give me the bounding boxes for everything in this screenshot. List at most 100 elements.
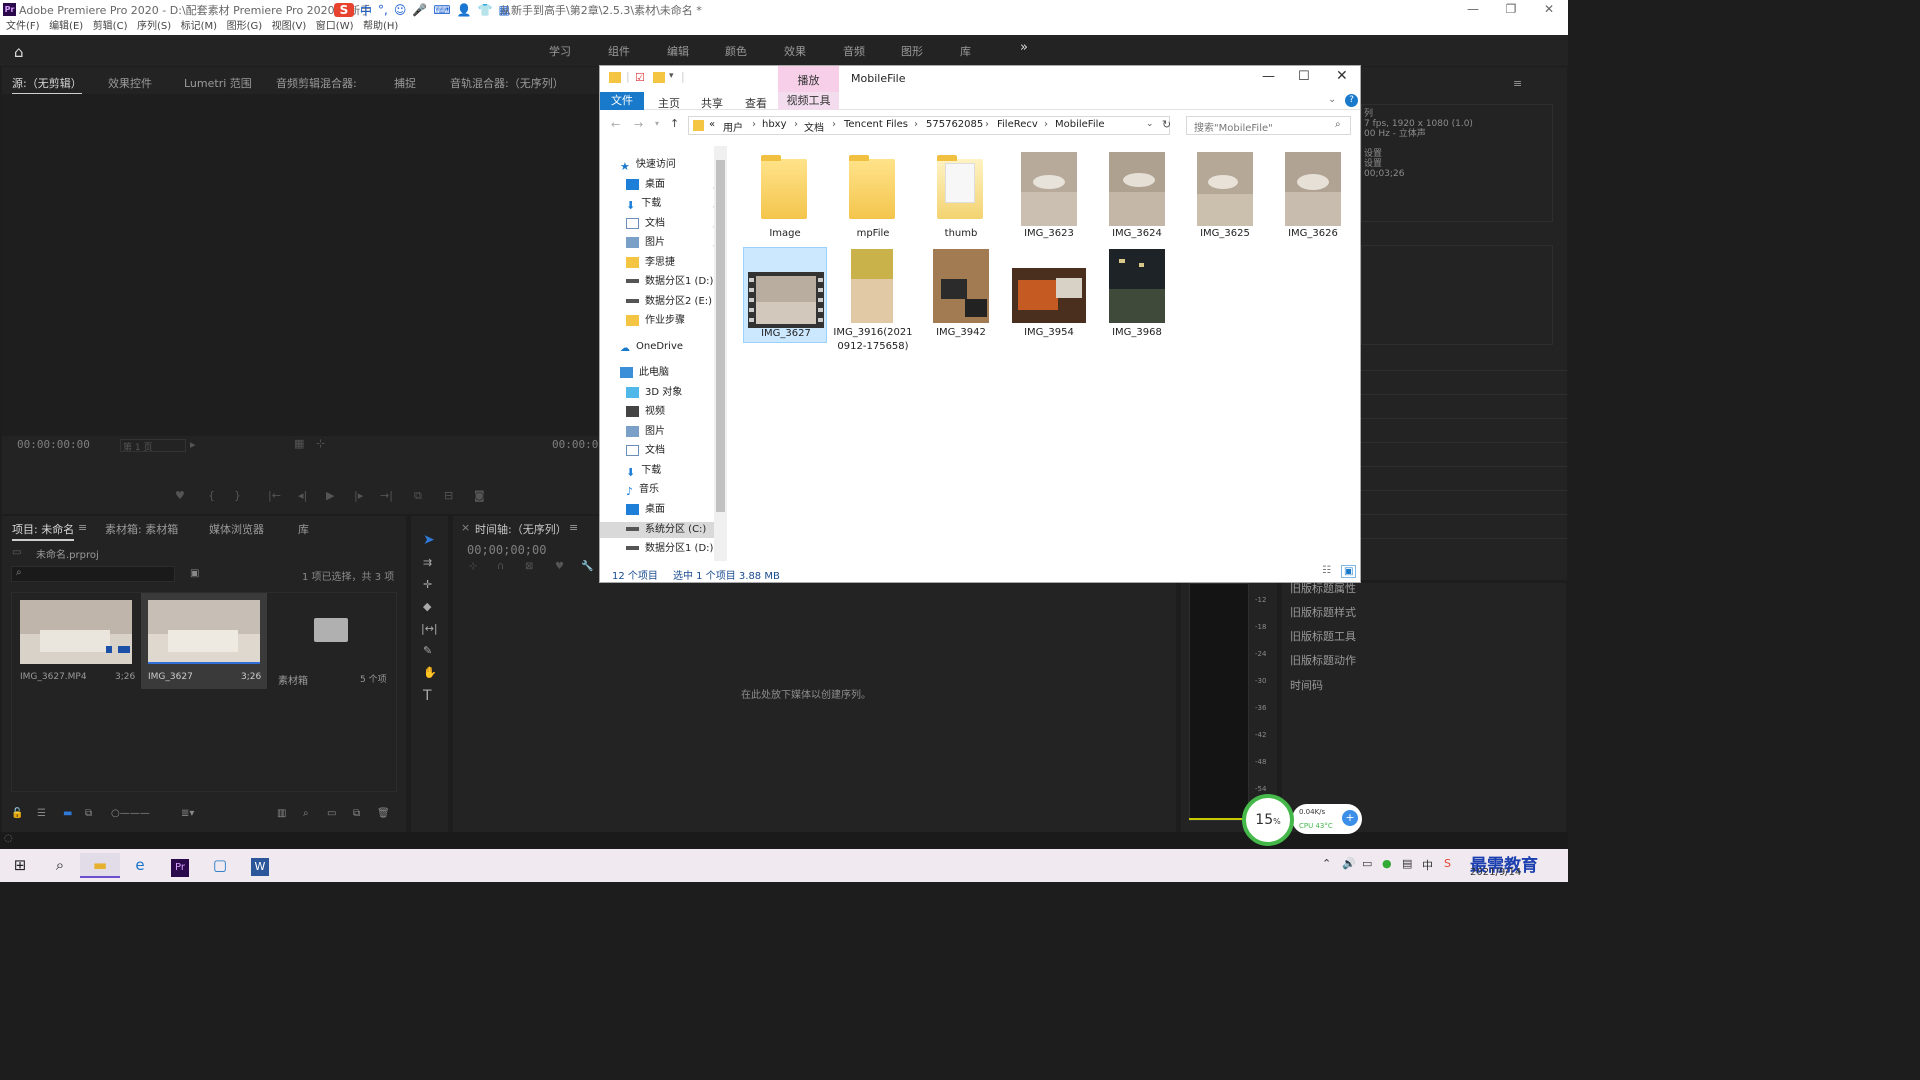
project-item-clip-selected[interactable]: IMG_3627 3;26 — [141, 593, 267, 689]
ribbon-tab-video-tools[interactable]: 视频工具 — [778, 92, 839, 110]
timeline-menu-icon[interactable]: ≡ — [569, 521, 578, 534]
file-item-selected[interactable]: IMG_3627 — [743, 247, 827, 343]
explorer-search-input[interactable]: 搜索"MobileFile" ⌕ — [1186, 116, 1351, 135]
mark-in-icon[interactable]: { — [208, 489, 215, 502]
file-item[interactable]: IMG_3623 — [1007, 149, 1091, 241]
recent-dropdown-icon[interactable]: ▾ — [655, 119, 659, 128]
file-item[interactable]: IMG_3942 — [919, 247, 1003, 339]
ribbon-tab-share[interactable]: 共享 — [701, 95, 723, 111]
path-segment[interactable]: 文档 — [804, 119, 824, 134]
path-segment[interactable]: MobileFile — [1055, 119, 1105, 130]
add-marker-icon[interactable]: ♥ — [555, 561, 564, 572]
nav-drive-e[interactable]: 数据分区2 (E:) — [626, 294, 712, 310]
list-item[interactable]: 旧版标题动作 — [1290, 652, 1356, 668]
refresh-icon[interactable]: ↻ — [1162, 118, 1171, 131]
play-icon[interactable]: ▶ — [326, 489, 334, 502]
workspace-libraries[interactable]: 库 — [960, 43, 971, 59]
cpu-monitor-widget[interactable]: 15% 0.04K/s CPU 43°C + — [1242, 794, 1364, 846]
file-item[interactable]: IMG_3954 — [1007, 247, 1091, 339]
workspace-graphics[interactable]: 图形 — [901, 43, 923, 59]
menu-file[interactable]: 文件(F) — [6, 19, 40, 35]
network-icon[interactable]: ▭ — [1362, 857, 1372, 870]
details-view-icon[interactable]: ☷ — [1322, 565, 1331, 576]
ime-item-6[interactable]: 👕 — [478, 3, 493, 17]
page-next-icon[interactable]: ▸ — [190, 438, 196, 451]
marker-icon[interactable]: ♥ — [175, 489, 185, 502]
taskbar-premiere-icon[interactable]: Pr — [160, 853, 200, 878]
taskbar-explorer-icon[interactable]: ▬ — [80, 853, 120, 878]
scroll-thumb[interactable] — [716, 160, 725, 512]
nav-documents[interactable]: 文档📌 — [626, 216, 722, 232]
ribbon-expand-icon[interactable]: ⌄ — [1328, 94, 1336, 105]
workspace-editing[interactable]: 编辑 — [667, 43, 689, 59]
nav-drive-d-pc[interactable]: 数据分区1 (D:) — [626, 541, 713, 557]
nav-drive-c[interactable]: 系统分区 (C:) — [600, 522, 714, 538]
forward-icon[interactable]: → — [634, 118, 643, 131]
freeform-view-icon[interactable]: ⧉ — [85, 808, 92, 819]
menu-graphics[interactable]: 图形(G) — [227, 19, 263, 35]
start-icon[interactable]: ⊞ — [0, 853, 40, 878]
nav-folder[interactable]: 作业步骤 — [626, 313, 685, 329]
new-item-icon[interactable]: ⧉ — [353, 808, 360, 819]
nav-desktop-pc[interactable]: 桌面 — [626, 502, 665, 518]
slip-icon[interactable]: |↔| — [421, 622, 438, 635]
nav-desktop[interactable]: 桌面📌 — [626, 177, 722, 193]
nav-onedrive[interactable]: ☁ OneDrive — [620, 339, 683, 355]
snap-icon[interactable]: ∩ — [497, 561, 504, 572]
file-item[interactable]: Image — [743, 149, 827, 241]
icon-view-icon[interactable]: ▬ — [63, 808, 72, 819]
go-to-in-icon[interactable]: |← — [268, 489, 281, 502]
help-icon[interactable]: ? — [1345, 94, 1358, 107]
list-item[interactable]: 旧版标题样式 — [1290, 604, 1356, 620]
nav-folder[interactable]: 李思捷 — [626, 255, 675, 271]
workspace-assembly[interactable]: 组件 — [608, 43, 630, 59]
ime-item-0[interactable]: 中 — [360, 2, 372, 19]
quick-access-dropdown-icon[interactable]: ▾ — [669, 71, 674, 81]
export-frame-icon[interactable]: ◙ — [474, 489, 485, 502]
file-item[interactable]: mpFile — [831, 149, 915, 241]
project-menu-icon[interactable]: ≡ — [78, 521, 87, 534]
path-prefix[interactable]: « — [709, 119, 715, 130]
hand-icon[interactable]: ✋ — [423, 666, 437, 679]
nav-this-pc[interactable]: 此电脑 — [620, 365, 669, 381]
sort-icon[interactable]: ≣▾ — [181, 808, 194, 819]
razor-icon[interactable]: ◆ — [423, 600, 431, 613]
properties-icon[interactable]: ☑ — [635, 71, 645, 84]
tray-app-icon[interactable]: ● — [1382, 857, 1392, 870]
search-icon[interactable]: ⌕ — [40, 853, 80, 878]
tab-libraries[interactable]: 库 — [298, 521, 309, 537]
menu-view[interactable]: 视图(V) — [272, 19, 307, 35]
settings-icon[interactable]: ⊹ — [316, 437, 325, 450]
ribbon-tab-home[interactable]: 主页 — [658, 95, 680, 111]
page-select[interactable]: 第 1 页 — [120, 439, 186, 453]
step-forward-icon[interactable]: |▸ — [354, 489, 363, 502]
tray-expand-icon[interactable]: ⌃ — [1322, 857, 1331, 870]
path-segment[interactable]: 用户 — [723, 119, 743, 134]
tab-project[interactable]: 项目: 未命名 — [12, 521, 75, 541]
workspace-more-button[interactable]: » — [1020, 40, 1028, 55]
timeline-title[interactable]: 时间轴:（无序列） — [475, 521, 567, 537]
lock-icon[interactable]: 🔓 — [11, 808, 23, 819]
nav-drive-d[interactable]: 数据分区1 (D:) — [626, 274, 713, 290]
nav-documents-pc[interactable]: 文档 — [626, 443, 665, 459]
home-icon[interactable]: ⌂ — [14, 43, 24, 61]
sogou-icon[interactable]: S — [334, 3, 354, 17]
list-item[interactable]: 时间码 — [1290, 677, 1323, 693]
ime-item-4[interactable]: ⌨ — [433, 3, 450, 17]
new-search-bin-icon[interactable]: ▣ — [190, 568, 199, 579]
menu-sequence[interactable]: 序列(S) — [137, 19, 171, 35]
overwrite-icon[interactable]: ⊟ — [444, 489, 453, 502]
tab-audio-track-mixer[interactable]: 音轨混合器:（无序列） — [450, 75, 564, 91]
explorer-close-button[interactable]: ✕ — [1336, 68, 1348, 84]
fit-select-icon[interactable]: ▦ — [294, 437, 304, 450]
nav-downloads-pc[interactable]: ⬇ 下载 — [626, 463, 661, 479]
wrench-icon[interactable]: 🔧 — [581, 561, 593, 572]
menu-clip[interactable]: 剪辑(C) — [93, 19, 128, 35]
explorer-maximize-button[interactable]: ☐ — [1298, 69, 1310, 84]
tab-media-browser[interactable]: 媒体浏览器 — [209, 521, 264, 537]
step-back-icon[interactable]: ◂| — [298, 489, 307, 502]
delete-icon[interactable]: 🗑 — [377, 808, 390, 819]
menu-help[interactable]: 帮助(H) — [363, 19, 398, 35]
automate-icon[interactable]: ▥ — [277, 808, 286, 819]
nest-icon[interactable]: ⊹ — [469, 561, 477, 572]
